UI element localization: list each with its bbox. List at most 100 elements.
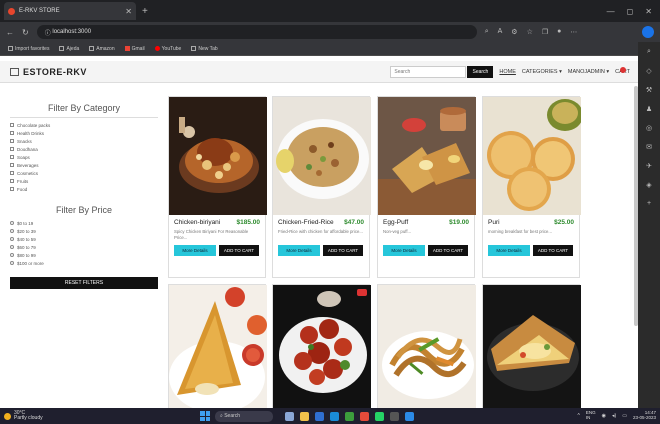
- battery-icon[interactable]: ▭: [622, 413, 627, 419]
- radio[interactable]: [10, 221, 14, 225]
- close-window-icon[interactable]: ✕: [645, 7, 652, 16]
- bookmark-import[interactable]: Import favorites: [8, 46, 49, 52]
- outlook-icon[interactable]: ✉: [646, 143, 652, 151]
- back-icon[interactable]: ←: [6, 28, 14, 37]
- checkbox[interactable]: [10, 155, 14, 159]
- more-details-button[interactable]: More Details: [278, 245, 320, 256]
- checkbox[interactable]: [10, 187, 14, 191]
- category-option[interactable]: Snacks: [10, 137, 158, 145]
- volume-icon[interactable]: ◂): [612, 413, 616, 419]
- checkbox[interactable]: [10, 179, 14, 183]
- category-option[interactable]: Beverages: [10, 161, 158, 169]
- windows-start-icon[interactable]: [200, 411, 210, 421]
- checkbox[interactable]: [10, 123, 14, 127]
- games-icon[interactable]: ♟: [646, 105, 652, 113]
- nav-user[interactable]: MANOJADMIN ▾: [568, 69, 609, 75]
- store-icon[interactable]: [315, 411, 324, 421]
- price-option[interactable]: $0 to 19: [10, 219, 158, 227]
- category-option[interactable]: Health Drinks: [10, 129, 158, 137]
- radio[interactable]: [10, 229, 14, 233]
- taskbar-search[interactable]: ⌕ Search: [215, 410, 273, 422]
- checkbox[interactable]: [10, 139, 14, 143]
- reload-icon[interactable]: ↻: [22, 28, 29, 37]
- nav-categories[interactable]: CATEGORIES ▾: [522, 69, 562, 75]
- search-button[interactable]: Search: [467, 65, 494, 78]
- bookmark-amazon[interactable]: Amazon: [89, 46, 115, 52]
- category-option[interactable]: Soaps: [10, 153, 158, 161]
- category-option[interactable]: Doodhana: [10, 145, 158, 153]
- product-image-biryani[interactable]: [169, 97, 267, 215]
- browser-tab[interactable]: E-RKV STORE ✕: [4, 2, 136, 20]
- vscode-icon[interactable]: [405, 411, 414, 421]
- terminal-icon[interactable]: [390, 411, 399, 421]
- product-image-fried-rice[interactable]: [273, 97, 371, 215]
- favorite-icon[interactable]: ☆: [527, 28, 533, 36]
- price-option[interactable]: $100 or more: [10, 259, 158, 267]
- price-option[interactable]: $80 to 99: [10, 251, 158, 259]
- add-to-cart-button[interactable]: ADD TO CART: [323, 245, 363, 256]
- chrome-icon[interactable]: [360, 411, 369, 421]
- copilot-icon[interactable]: [642, 26, 654, 38]
- office-icon[interactable]: ◎: [646, 124, 652, 132]
- tools-icon[interactable]: ⚒: [646, 86, 652, 94]
- wifi-icon[interactable]: ◉: [602, 413, 606, 419]
- nav-home[interactable]: HOME: [499, 69, 516, 75]
- extensions-icon[interactable]: ⚙: [511, 28, 517, 36]
- app-icon[interactable]: [345, 411, 354, 421]
- checkbox[interactable]: [10, 171, 14, 175]
- shopping-icon[interactable]: ◇: [646, 67, 651, 75]
- radio[interactable]: [10, 245, 14, 249]
- new-tab-icon[interactable]: +: [142, 6, 148, 17]
- product-image-egg-roll[interactable]: [483, 285, 581, 408]
- radio[interactable]: [10, 237, 14, 241]
- drop-icon[interactable]: ✈: [646, 162, 652, 170]
- clock[interactable]: 14:47 23-05-2023: [633, 410, 656, 421]
- product-image-puri[interactable]: [483, 97, 581, 215]
- search-input[interactable]: Search: [390, 65, 467, 78]
- close-tab-icon[interactable]: ✕: [125, 7, 132, 16]
- language-indicator[interactable]: ENG IN: [586, 410, 596, 421]
- reset-filters-button[interactable]: RESET FILTERS: [10, 277, 158, 289]
- price-option[interactable]: $40 to 59: [10, 235, 158, 243]
- more-icon[interactable]: ⋯: [570, 28, 577, 36]
- category-option[interactable]: Fruits: [10, 177, 158, 185]
- profile-icon[interactable]: ●: [557, 28, 561, 36]
- bookmark-youtube[interactable]: YouTube: [154, 46, 181, 52]
- checkbox[interactable]: [10, 147, 14, 151]
- weather-widget[interactable]: 30°C Partly cloudy: [4, 410, 74, 422]
- bookmark-ajeda[interactable]: Ajeda: [59, 46, 79, 52]
- radio[interactable]: [10, 261, 14, 265]
- product-image-chicken-65[interactable]: [273, 285, 371, 408]
- edge-icon[interactable]: [330, 411, 339, 421]
- zoom-icon[interactable]: ⌕: [485, 28, 489, 36]
- more-details-button[interactable]: More Details: [383, 245, 425, 256]
- add-icon[interactable]: +: [647, 200, 651, 207]
- widgets-icon[interactable]: [285, 411, 294, 421]
- category-option[interactable]: Food: [10, 185, 158, 193]
- designer-icon[interactable]: ◈: [646, 181, 651, 189]
- maximize-icon[interactable]: ◻: [627, 7, 634, 16]
- checkbox[interactable]: [10, 131, 14, 135]
- brand[interactable]: ESTORE-RKV: [10, 67, 87, 77]
- add-to-cart-button[interactable]: ADD TO CART: [219, 245, 259, 256]
- collections-icon[interactable]: ❐: [542, 28, 548, 36]
- nav-cart[interactable]: CART: [615, 66, 630, 75]
- minimize-icon[interactable]: —: [607, 7, 615, 16]
- product-image-noodles[interactable]: [378, 285, 476, 408]
- price-option[interactable]: $20 to 39: [10, 227, 158, 235]
- read-aloud-icon[interactable]: A: [498, 28, 503, 36]
- add-to-cart-button[interactable]: ADD TO CART: [533, 245, 573, 256]
- add-to-cart-button[interactable]: ADD TO CART: [428, 245, 468, 256]
- product-image-dosa[interactable]: [169, 285, 267, 408]
- page-scrollbar[interactable]: [634, 86, 638, 326]
- chevron-up-icon[interactable]: ^: [578, 413, 580, 419]
- radio[interactable]: [10, 253, 14, 257]
- bookmark-newtab[interactable]: New Tab: [191, 46, 218, 52]
- category-option[interactable]: Chocolate packs: [10, 121, 158, 129]
- checkbox[interactable]: [10, 163, 14, 167]
- more-details-button[interactable]: More Details: [488, 245, 530, 256]
- file-explorer-icon[interactable]: [300, 411, 309, 421]
- whatsapp-icon[interactable]: [375, 411, 384, 421]
- more-details-button[interactable]: More Details: [174, 245, 216, 256]
- category-option[interactable]: Cosmetics: [10, 169, 158, 177]
